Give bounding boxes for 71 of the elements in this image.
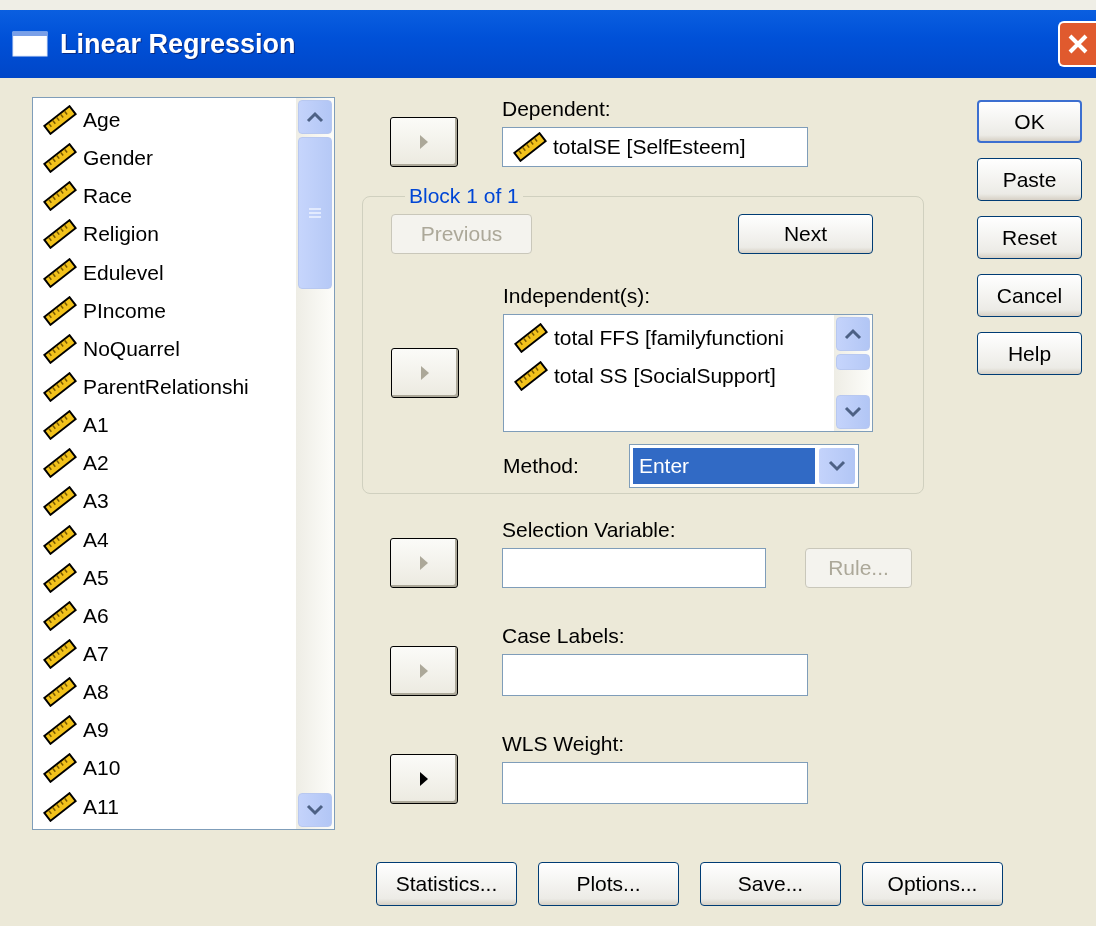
dialog-button[interactable]: Paste [977, 158, 1082, 201]
method-label: Method: [503, 454, 579, 478]
scroll-down-button[interactable] [298, 793, 332, 827]
dialog-button[interactable]: Save... [700, 862, 841, 906]
variable-item[interactable]: total SS [SocialSupport] [554, 364, 776, 389]
scrollbar[interactable] [296, 98, 334, 829]
right-triangle-icon [420, 365, 430, 381]
window-title: Linear Regression [60, 28, 297, 60]
variable-item[interactable]: A2 [83, 451, 109, 476]
field-label: Dependent: [502, 97, 612, 121]
variable-item[interactable]: A10 [83, 756, 121, 781]
right-triangle-icon [419, 771, 429, 787]
method-dropdown[interactable]: Enter [628, 444, 859, 488]
chevron-down-icon [306, 804, 324, 816]
variable-item[interactable]: Race [83, 184, 133, 209]
variable-item[interactable]: A11 [83, 794, 119, 819]
field-label: Selection Variable: [502, 518, 677, 542]
wls-weight-field[interactable] [502, 762, 808, 804]
scroll-thumb[interactable] [836, 354, 870, 370]
variable-item[interactable]: Gender [83, 146, 154, 171]
dialog-button[interactable]: Help [977, 332, 1082, 375]
dependent-field[interactable]: totalSE [SelfEsteem] [502, 127, 808, 167]
chevron-down-icon [844, 406, 862, 418]
variable-item[interactable]: A3 [83, 489, 109, 514]
variable-item[interactable]: A4 [83, 527, 109, 552]
variable-item[interactable]: A6 [83, 603, 109, 628]
dialog-button[interactable]: OK [977, 100, 1082, 143]
field-label: WLS Weight: [502, 732, 626, 756]
window-icon [12, 31, 48, 57]
variable-item[interactable]: A7 [83, 642, 109, 667]
chevron-up-icon [306, 111, 324, 123]
selection-field[interactable] [502, 548, 766, 588]
field-label: Independent(s): [503, 284, 652, 308]
variable-item[interactable]: ParentRelationshi [83, 375, 249, 400]
case-labels-field[interactable] [502, 654, 808, 696]
variable-item[interactable]: total FFS [familyfunctioni [554, 326, 784, 351]
next-button[interactable]: Next [738, 214, 873, 254]
independent-list[interactable]: total FFS [familyfunctioni total SS [SocialSupport] [503, 314, 873, 432]
variable-item[interactable]: A1 [83, 413, 109, 438]
scroll-thumb[interactable] [298, 137, 332, 289]
scrollbar[interactable] [834, 315, 872, 431]
variable-list[interactable]: Age Gender Race Religion Edulevel PIncome NoQuarrel ParentRelationshi A1 A2 A3 A4 A5 A6 A7 A8 A9 A10 A11 [32, 97, 335, 830]
scroll-up-button[interactable] [298, 100, 332, 134]
variable-item[interactable]: PIncome [83, 298, 166, 323]
variable-item: totalSE [SelfEsteem] [553, 135, 746, 159]
dialog-button[interactable]: Plots... [538, 862, 679, 906]
chevron-down-icon [827, 460, 846, 472]
right-triangle-icon [419, 663, 429, 679]
field-label: Case Labels: [502, 624, 626, 648]
move-arrow-button[interactable] [390, 754, 458, 804]
group-title: Block 1 of 1 [408, 184, 520, 208]
dropdown-button[interactable] [818, 448, 855, 484]
close-button[interactable] [1058, 21, 1096, 67]
variable-item[interactable]: A8 [83, 680, 109, 705]
dialog-button[interactable]: Options... [862, 862, 1003, 906]
dialog-button[interactable]: Cancel [977, 274, 1082, 317]
dialog-button[interactable]: Statistics... [376, 862, 517, 906]
variable-item[interactable]: Age [83, 108, 121, 133]
grip-icon [308, 208, 322, 218]
right-triangle-icon [419, 134, 429, 150]
variable-item[interactable]: A9 [83, 718, 109, 743]
close-icon [1067, 33, 1089, 55]
chevron-up-icon [844, 328, 862, 340]
scroll-down-button[interactable] [836, 395, 870, 429]
variable-item[interactable]: Religion [83, 222, 159, 247]
variable-item[interactable]: NoQuarrel [83, 336, 180, 361]
right-triangle-icon [419, 555, 429, 571]
scroll-up-button[interactable] [836, 317, 870, 351]
dialog-button[interactable]: Reset [977, 216, 1082, 259]
variable-item[interactable]: Edulevel [83, 260, 164, 285]
variable-item[interactable]: A5 [83, 565, 109, 590]
